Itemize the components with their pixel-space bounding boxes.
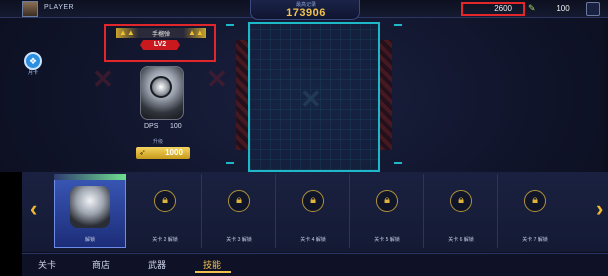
slot-label: 关卡 2 解锁 — [152, 237, 178, 243]
decor-x-icon: ✕ — [92, 64, 114, 94]
upgrade-cost: 1000 — [165, 148, 183, 157]
decor-x-icon: ✕ — [206, 64, 228, 94]
slot-status-bar — [54, 174, 126, 180]
hazard-stripe-left — [236, 40, 248, 150]
high-score-panel: 最高记录 173906 — [250, 0, 360, 20]
hazard-stripe-right — [380, 40, 392, 150]
player-avatar[interactable] — [22, 1, 38, 17]
left-border — [0, 172, 22, 276]
player-name: PLAYER — [44, 4, 75, 11]
lock-icon: 🔒︎ — [302, 190, 324, 212]
slot-label: 解锁 — [84, 237, 95, 243]
decor-dash — [394, 162, 402, 164]
decor-dash — [226, 162, 234, 164]
grenade-thumbnail — [70, 186, 110, 228]
dps-label: DPS — [144, 123, 159, 130]
game-screen: PLAYER 最高记录 173906 2600 ✎ 100 ❖ 月卡 ▲▲ 手榴… — [0, 0, 608, 276]
slot-label: 关卡 4 解锁 — [300, 237, 326, 243]
carousel-left-arrow-icon[interactable]: ‹ — [30, 196, 37, 222]
decor-x-icon: ✕ — [300, 84, 322, 114]
lock-icon: 🔒︎ — [154, 190, 176, 212]
next-weapon-arrow-icon[interactable]: ▲▲ — [188, 28, 204, 37]
lock-icon: 🔒︎ — [228, 190, 250, 212]
slot-label: 关卡 6 解锁 — [448, 237, 474, 243]
coin-icon: ➶ — [139, 148, 146, 157]
lock-icon: 🔒︎ — [376, 190, 398, 212]
tab-skills[interactable]: 技能 — [203, 258, 221, 271]
dps-value: 100 — [170, 123, 182, 130]
tab-levels[interactable]: 关卡 — [38, 258, 56, 271]
tab-shop[interactable]: 商店 — [92, 258, 110, 271]
slot-label: 关卡 7 解锁 — [522, 237, 548, 243]
upgrade-label: 升级 — [153, 139, 164, 145]
gift-icon[interactable]: ❖ — [24, 52, 42, 70]
tab-weapons[interactable]: 武器 — [148, 258, 166, 271]
gift-label: 月卡 — [27, 70, 38, 76]
carousel-right-arrow-icon[interactable]: › — [596, 196, 603, 222]
decor-dash — [226, 24, 234, 26]
settings-button[interactable] — [586, 2, 600, 16]
lock-icon: 🔒︎ — [450, 190, 472, 212]
active-tab-indicator — [195, 271, 231, 273]
slot-label: 关卡 5 解锁 — [374, 237, 400, 243]
gold-add-icon[interactable]: ✎ — [528, 3, 536, 14]
slot-label: 关卡 3 解锁 — [226, 237, 252, 243]
gem-amount: 100 — [556, 4, 570, 13]
gold-amount: 2600 — [494, 4, 512, 13]
decor-dash — [394, 24, 402, 26]
right-edge-shade — [598, 18, 608, 172]
high-score-value: 173906 — [286, 7, 326, 19]
lock-icon: 🔒︎ — [524, 190, 546, 212]
weapon-level: LV2 — [153, 41, 167, 48]
grenade-core — [150, 76, 172, 98]
